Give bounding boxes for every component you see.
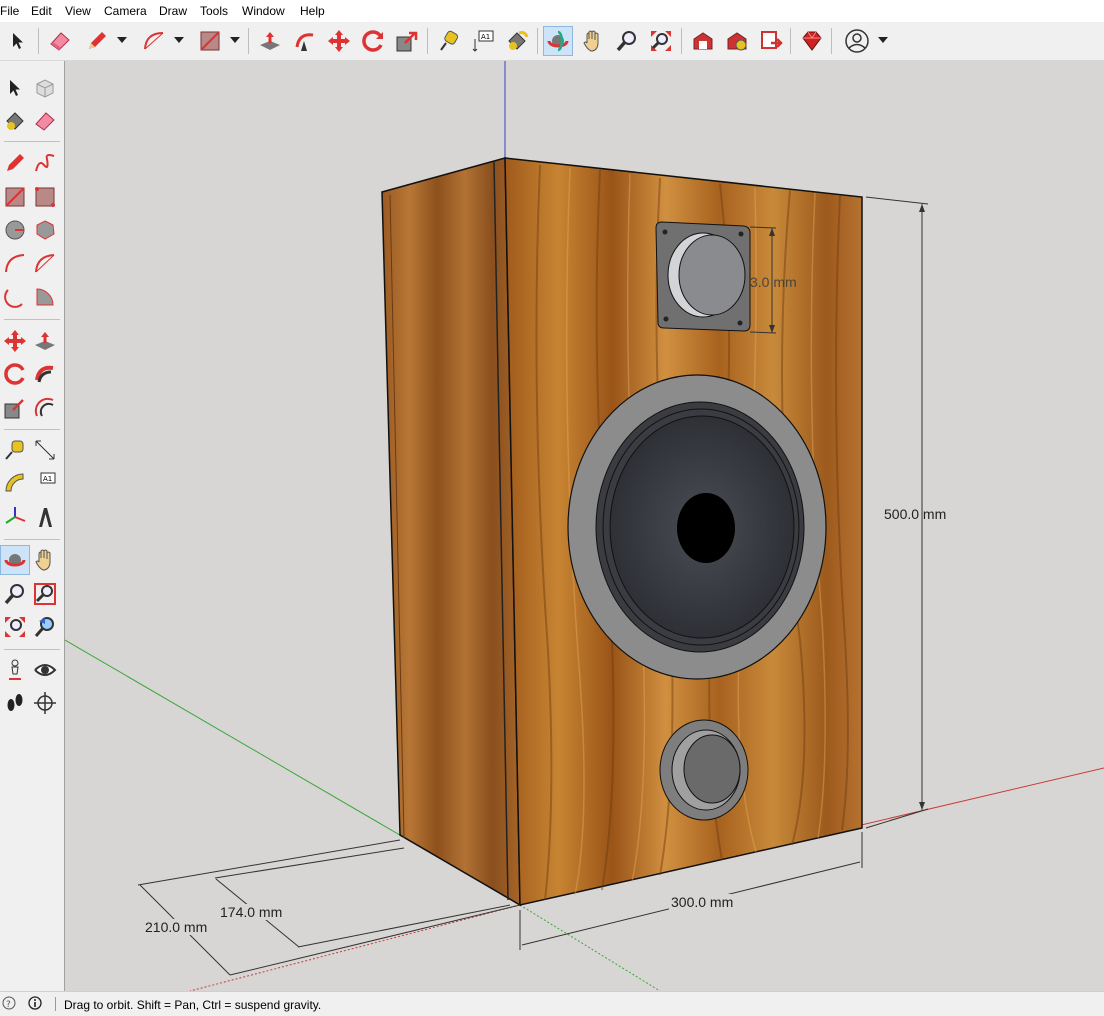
select-icon[interactable] xyxy=(0,73,30,103)
pencil-icon[interactable] xyxy=(82,26,112,56)
menu-file[interactable]: File xyxy=(0,4,19,18)
freehand-icon[interactable] xyxy=(30,148,60,178)
orbit-icon[interactable] xyxy=(543,26,573,56)
pan-icon[interactable] xyxy=(30,545,60,575)
zoom-icon[interactable] xyxy=(0,579,30,609)
rotated-rectangle-icon[interactable] xyxy=(30,182,60,212)
warehouse-icon[interactable] xyxy=(688,26,718,56)
rotate-icon[interactable] xyxy=(358,26,388,56)
info-icon[interactable] xyxy=(28,996,42,1013)
layout-icon[interactable] xyxy=(756,26,786,56)
main-toolbar: A1 xyxy=(0,22,1104,61)
account-dropdown[interactable] xyxy=(877,30,889,50)
push-pull-icon[interactable] xyxy=(255,26,285,56)
tape-measure-icon[interactable] xyxy=(0,435,30,465)
paint-bucket-icon[interactable] xyxy=(0,106,30,136)
svg-text:A1: A1 xyxy=(43,475,52,483)
text-icon[interactable]: A1 xyxy=(468,26,498,56)
make-component-icon[interactable] xyxy=(30,73,60,103)
pie-icon[interactable] xyxy=(30,282,60,312)
pan-icon[interactable] xyxy=(578,26,608,56)
rectangle-icon[interactable] xyxy=(195,26,225,56)
section-plane-icon[interactable] xyxy=(30,688,60,718)
menu-tools[interactable]: Tools xyxy=(200,4,228,18)
depth-inner-dimension-label: 174.0 mm xyxy=(218,904,285,920)
follow-me-icon[interactable] xyxy=(30,359,60,389)
woofer xyxy=(567,374,827,680)
eraser-icon[interactable] xyxy=(45,26,75,56)
position-camera-icon[interactable] xyxy=(0,655,30,685)
walk-icon[interactable] xyxy=(0,688,30,718)
look-around-icon[interactable] xyxy=(30,655,60,685)
two-point-arc-icon[interactable] xyxy=(30,248,60,278)
arc-icon[interactable] xyxy=(139,26,169,56)
three-point-arc-icon[interactable] xyxy=(0,282,30,312)
zoom-icon[interactable] xyxy=(612,26,642,56)
large-tool-set: A1 xyxy=(0,61,65,991)
orbit-icon[interactable] xyxy=(0,545,30,575)
eraser-icon[interactable] xyxy=(30,106,60,136)
menu-bar: File Edit View Camera Draw Tools Window … xyxy=(0,0,1104,22)
rectangle-dropdown[interactable] xyxy=(229,30,241,50)
text-icon[interactable]: A1 xyxy=(30,468,60,498)
svg-text:?: ? xyxy=(6,1000,11,1010)
circle-icon[interactable] xyxy=(0,215,30,245)
svg-text:A1: A1 xyxy=(481,33,490,41)
push-pull-icon[interactable] xyxy=(30,326,60,356)
move-icon[interactable] xyxy=(324,26,354,56)
polygon-icon[interactable] xyxy=(30,215,60,245)
zoom-extents-icon[interactable] xyxy=(0,612,30,642)
protractor-icon[interactable] xyxy=(0,468,30,498)
menu-draw[interactable]: Draw xyxy=(159,4,187,18)
previous-view-icon[interactable] xyxy=(30,612,60,642)
3d-text-icon[interactable] xyxy=(30,502,60,532)
ruby-icon[interactable] xyxy=(797,26,827,56)
scale-icon[interactable] xyxy=(392,26,422,56)
depth-outer-dimension-label: 210.0 mm xyxy=(143,919,210,935)
height-dimension-label: 500.0 mm xyxy=(884,506,947,522)
select-icon[interactable] xyxy=(3,26,33,56)
model-viewport[interactable]: 500.0 mm 300.0 mm 210.0 mm 174.0 mm 3.0 … xyxy=(65,61,1104,991)
rectangle-icon[interactable] xyxy=(0,182,30,212)
scale-icon[interactable] xyxy=(0,393,30,423)
menu-help[interactable]: Help xyxy=(300,4,325,18)
status-message: Drag to orbit. Shift = Pan, Ctrl = suspe… xyxy=(64,998,322,1012)
dimension-icon[interactable] xyxy=(30,435,60,465)
arc-icon[interactable] xyxy=(0,248,30,278)
offset-icon[interactable] xyxy=(30,393,60,423)
account-icon[interactable] xyxy=(842,26,872,56)
follow-me-icon[interactable] xyxy=(290,26,320,56)
tweeter-dimension-label: 3.0 mm xyxy=(750,274,797,290)
menu-window[interactable]: Window xyxy=(242,4,285,18)
menu-camera[interactable]: Camera xyxy=(104,4,147,18)
arc-dropdown[interactable] xyxy=(173,30,185,50)
axes-icon[interactable] xyxy=(0,502,30,532)
paint-bucket-icon[interactable] xyxy=(502,26,532,56)
extension-warehouse-icon[interactable] xyxy=(722,26,752,56)
tape-measure-icon[interactable] xyxy=(434,26,464,56)
status-bar: ? Drag to orbit. Shift = Pan, Ctrl = sus… xyxy=(0,991,1104,1016)
width-dimension-label: 300.0 mm xyxy=(669,894,736,910)
pencil-dropdown[interactable] xyxy=(116,30,128,50)
geo-location-icon[interactable]: ? xyxy=(2,996,16,1013)
move-icon[interactable] xyxy=(0,326,30,356)
rotate-icon[interactable] xyxy=(0,359,30,389)
tweeter xyxy=(655,221,751,332)
bass-port xyxy=(659,719,749,821)
menu-edit[interactable]: Edit xyxy=(31,4,52,18)
zoom-extents-icon[interactable] xyxy=(646,26,676,56)
zoom-window-icon[interactable] xyxy=(30,579,60,609)
line-icon[interactable] xyxy=(0,148,30,178)
menu-view[interactable]: View xyxy=(65,4,91,18)
